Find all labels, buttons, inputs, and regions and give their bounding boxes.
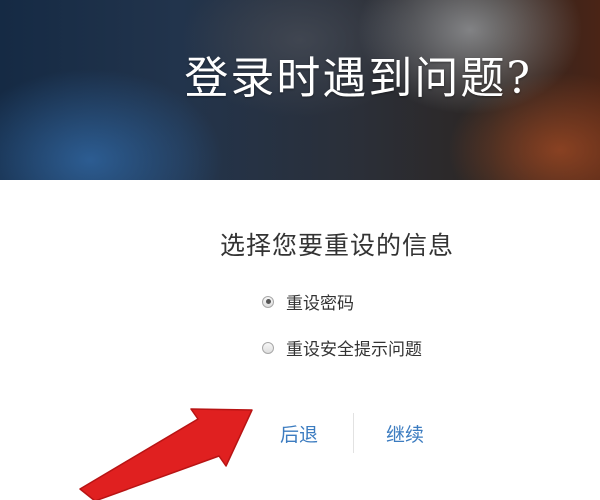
- option-label: 重设密码: [286, 294, 354, 314]
- radio-button-checked[interactable]: [262, 295, 274, 308]
- radio-button-unchecked[interactable]: [262, 341, 274, 354]
- banner-title: 登录时遇到问题?: [184, 53, 532, 104]
- option-reset-password[interactable]: 重设密码: [262, 289, 354, 314]
- action-divider: [353, 413, 354, 453]
- continue-link[interactable]: 继续: [386, 420, 424, 447]
- option-reset-security-question[interactable]: 重设安全提示问题: [262, 335, 422, 360]
- reset-dialog-page: 登录时遇到问题? 选择您要重设的信息 重设密码 重设安全提示问题 后退 继续: [0, 0, 600, 500]
- form-heading: 选择您要重设的信息: [220, 231, 455, 260]
- arrow-icon: [79, 408, 253, 500]
- option-label: 重设安全提示问题: [286, 340, 422, 360]
- back-link[interactable]: 后退: [280, 420, 318, 447]
- header-banner: 登录时遇到问题?: [0, 0, 600, 180]
